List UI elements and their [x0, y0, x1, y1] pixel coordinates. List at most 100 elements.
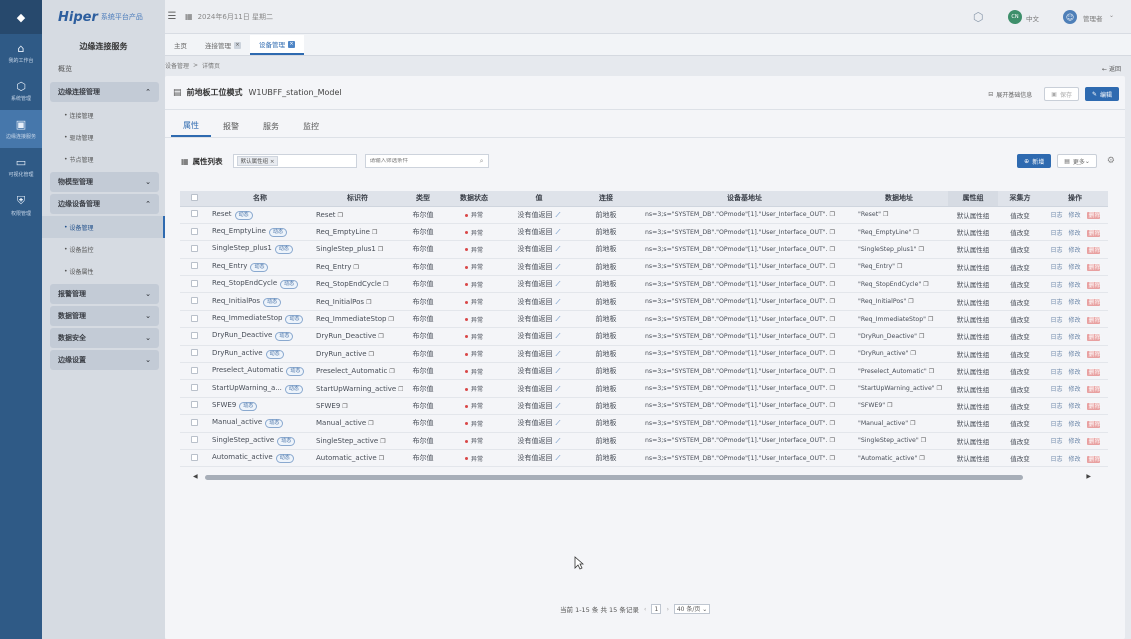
table-row[interactable]: DryRun_active 动态 DryRun_active ❐ 布尔值 异常 没有值返回 ⟋…: [180, 345, 1108, 364]
edit-link[interactable]: 修改: [1069, 369, 1081, 376]
trend-chart-icon[interactable]: ⟋: [556, 419, 561, 427]
log-link[interactable]: 日志: [1050, 351, 1062, 358]
copy-icon[interactable]: ❐: [830, 229, 835, 236]
edit-link[interactable]: 修改: [1069, 386, 1081, 393]
page-size-select[interactable]: 40 条/页 ⌄: [674, 604, 711, 614]
language-avatar[interactable]: CN: [1008, 10, 1022, 24]
log-link[interactable]: 日志: [1050, 212, 1062, 219]
copy-icon[interactable]: ❐: [919, 333, 924, 340]
user-dropdown-icon[interactable]: ⌄: [1109, 12, 1114, 19]
delete-button[interactable]: 删除: [1086, 264, 1101, 272]
sidebar-group-4[interactable]: 数据管理 ⌄: [50, 306, 159, 326]
edit-link[interactable]: 修改: [1069, 282, 1081, 289]
row-checkbox[interactable]: [190, 262, 198, 270]
breadcrumb-parent[interactable]: 设备管理: [165, 61, 189, 70]
sidebar-item-0-2[interactable]: • 节点管理: [42, 148, 165, 170]
edit-link[interactable]: 修改: [1069, 247, 1081, 254]
log-link[interactable]: 日志: [1050, 247, 1062, 254]
log-link[interactable]: 日志: [1050, 421, 1062, 428]
edit-link[interactable]: 修改: [1069, 421, 1081, 428]
search-icon[interactable]: ⌕: [480, 157, 484, 166]
log-link[interactable]: 日志: [1050, 230, 1062, 237]
more-button[interactable]: ▤ 更多 ⌄: [1057, 154, 1097, 168]
copy-icon[interactable]: ❐: [830, 385, 835, 392]
edit-link[interactable]: 修改: [1069, 212, 1081, 219]
row-checkbox[interactable]: [190, 210, 198, 218]
table-row[interactable]: Reset 动态 Reset ❐ 布尔值 异常 没有值返回 ⟋ 前地板 ns=3;s="SYSTE…: [180, 206, 1108, 224]
tab-0[interactable]: 主页: [165, 35, 196, 55]
trend-chart-icon[interactable]: ⟋: [556, 332, 561, 340]
row-checkbox[interactable]: [190, 244, 198, 252]
copy-icon[interactable]: ❐: [379, 455, 384, 462]
row-checkbox[interactable]: [190, 366, 198, 374]
copy-icon[interactable]: ❐: [368, 420, 373, 427]
delete-button[interactable]: 删除: [1086, 420, 1101, 428]
copy-icon[interactable]: ❐: [937, 385, 942, 392]
filter-tag-close-icon[interactable]: ×: [270, 159, 275, 165]
edit-link[interactable]: 修改: [1069, 317, 1081, 324]
iconbar-item-3[interactable]: ▭ 可视化管理: [0, 148, 42, 186]
row-checkbox[interactable]: [190, 297, 198, 305]
row-checkbox[interactable]: [190, 227, 198, 235]
trend-chart-icon[interactable]: ⟋: [556, 298, 561, 306]
iconbar-item-4[interactable]: ⛨ 权限管理: [0, 186, 42, 224]
sidebar-item-0-1[interactable]: • 驱动管理: [42, 126, 165, 148]
edit-link[interactable]: 修改: [1069, 351, 1081, 358]
user-name[interactable]: 管理者: [1083, 13, 1103, 23]
copy-icon[interactable]: ❐: [830, 316, 835, 323]
iconbar-item-1[interactable]: ⬡ 系统管理: [0, 72, 42, 110]
trend-chart-icon[interactable]: ⟋: [556, 437, 561, 445]
trend-chart-icon[interactable]: ⟋: [556, 367, 561, 375]
row-checkbox[interactable]: [190, 384, 198, 392]
table-row[interactable]: Automatic_active 动态 Automatic_active ❐ 布尔值 异常…: [180, 449, 1108, 468]
table-row[interactable]: StartUpWarning_a... 动态 StartUpWarning_acti…: [180, 379, 1108, 398]
row-checkbox[interactable]: [190, 453, 198, 461]
trend-chart-icon[interactable]: ⟋: [556, 315, 561, 323]
copy-icon[interactable]: ❐: [919, 455, 924, 462]
select-all-checkbox[interactable]: [190, 193, 198, 201]
delete-button[interactable]: 删除: [1086, 229, 1101, 237]
edit-link[interactable]: 修改: [1069, 403, 1081, 410]
copy-icon[interactable]: ❐: [830, 368, 835, 375]
copy-icon[interactable]: ❐: [353, 264, 358, 271]
table-row[interactable]: Preselect_Automatic 动态 Preselect_Automatic…: [180, 362, 1108, 381]
edit-link[interactable]: 修改: [1069, 334, 1081, 341]
tab-close-icon[interactable]: ×: [234, 41, 241, 49]
table-row[interactable]: Req_StopEndCycle 动态 Req_StopEndCycle ❐ 布尔值 异常…: [180, 275, 1108, 294]
log-link[interactable]: 日志: [1050, 299, 1062, 306]
scroll-thumb[interactable]: [205, 475, 1023, 480]
gear-icon[interactable]: ⚙: [1107, 156, 1115, 166]
delete-button[interactable]: 删除: [1086, 316, 1101, 324]
copy-icon[interactable]: ❐: [910, 420, 915, 427]
copy-icon[interactable]: ❐: [830, 281, 835, 288]
user-avatar-icon[interactable]: ☺: [1063, 10, 1077, 24]
copy-icon[interactable]: ❐: [910, 350, 915, 357]
table-row[interactable]: DryRun_Deactive 动态 DryRun_Deactive ❐ 布尔值 异常 没有…: [180, 327, 1108, 346]
search-input[interactable]: [369, 158, 470, 164]
copy-icon[interactable]: ❐: [383, 281, 388, 288]
row-checkbox[interactable]: [190, 418, 198, 426]
edit-link[interactable]: 修改: [1069, 264, 1081, 271]
next-page-icon[interactable]: ›: [666, 605, 669, 613]
iconbar-item-0[interactable]: ⌂ 我的工作台: [0, 34, 42, 72]
log-link[interactable]: 日志: [1050, 334, 1062, 341]
expand-info-button[interactable]: ⊟ 展开基础信息: [982, 87, 1038, 101]
delete-button[interactable]: 删除: [1086, 299, 1101, 307]
sidebar-group-2[interactable]: 边缘设备管理 ⌃: [50, 194, 159, 214]
trend-chart-icon[interactable]: ⟋: [556, 211, 561, 219]
copy-icon[interactable]: ❐: [378, 246, 383, 253]
subtab-2[interactable]: 服务: [251, 115, 291, 137]
copy-icon[interactable]: ❐: [380, 438, 385, 445]
copy-icon[interactable]: ❐: [883, 211, 888, 218]
sidebar-item-overview[interactable]: 概览: [42, 58, 165, 80]
delete-button[interactable]: 删除: [1086, 368, 1101, 376]
settings-shield-icon[interactable]: ⬡: [973, 10, 983, 24]
sidebar-item-0-0[interactable]: • 连接管理: [42, 104, 165, 126]
row-checkbox[interactable]: [190, 349, 198, 357]
menu-toggle-icon[interactable]: ☰: [165, 11, 179, 22]
copy-icon[interactable]: ❐: [369, 351, 374, 358]
copy-icon[interactable]: ❐: [913, 229, 918, 236]
copy-icon[interactable]: ❐: [342, 403, 347, 410]
copy-icon[interactable]: ❐: [923, 281, 928, 288]
copy-icon[interactable]: ❐: [338, 212, 343, 219]
